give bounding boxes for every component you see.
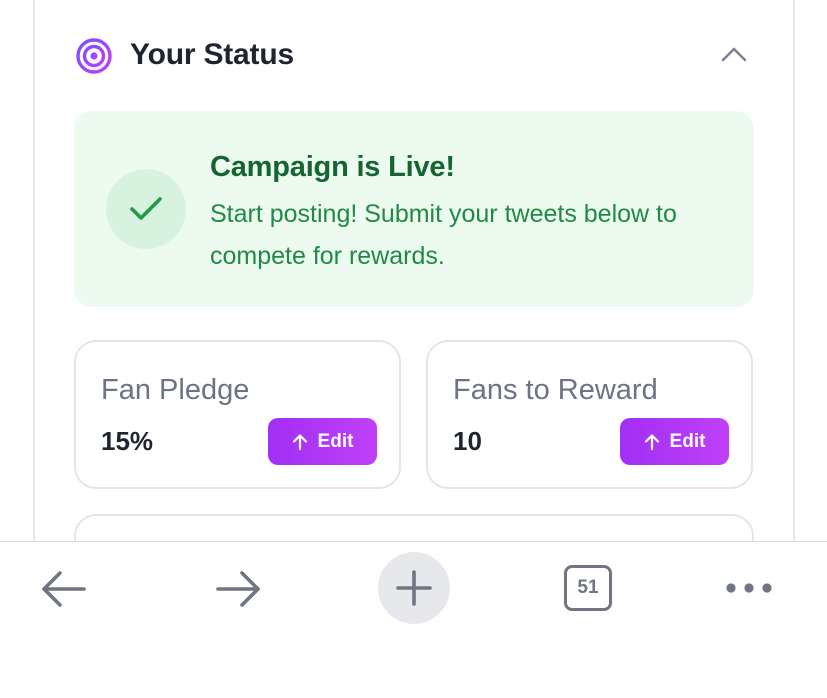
arrow-up-icon [292, 433, 307, 450]
page: Your Status Campaign is Live! Start post… [0, 0, 827, 698]
section-title: Your Status [130, 38, 294, 71]
browser-toolbar: 51 [0, 541, 827, 698]
stat-label: Fans to Reward [453, 374, 658, 406]
status-header: Your Status [75, 36, 755, 78]
edit-fans-to-reward-button[interactable]: Edit [620, 418, 729, 465]
arrow-right-icon[interactable] [212, 567, 264, 611]
stat-value: 15% [101, 426, 154, 456]
banner-description: Start posting! Submit your tweets below … [210, 200, 677, 270]
banner-title: Campaign is Live! [210, 151, 455, 183]
check-icon [106, 169, 186, 249]
chevron-up-icon[interactable] [721, 44, 747, 64]
arrow-up-icon [644, 433, 659, 450]
stat-label: Fan Pledge [101, 374, 250, 406]
target-icon [75, 37, 113, 75]
stat-card-fan-pledge: Fan Pledge 15% Edit [74, 340, 401, 489]
campaign-live-banner: Campaign is Live! Start posting! Submit … [74, 111, 754, 307]
stat-value: 10 [453, 426, 482, 456]
stat-card-fans-to-reward: Fans to Reward 10 Edit [426, 340, 753, 489]
edit-button-label: Edit [669, 430, 706, 452]
edit-button-label: Edit [317, 430, 354, 452]
more-dots-icon[interactable] [724, 580, 774, 596]
plus-icon[interactable] [378, 552, 450, 624]
arrow-left-icon[interactable] [38, 567, 90, 611]
tab-count-button[interactable]: 51 [564, 565, 612, 611]
edit-fan-pledge-button[interactable]: Edit [268, 418, 377, 465]
